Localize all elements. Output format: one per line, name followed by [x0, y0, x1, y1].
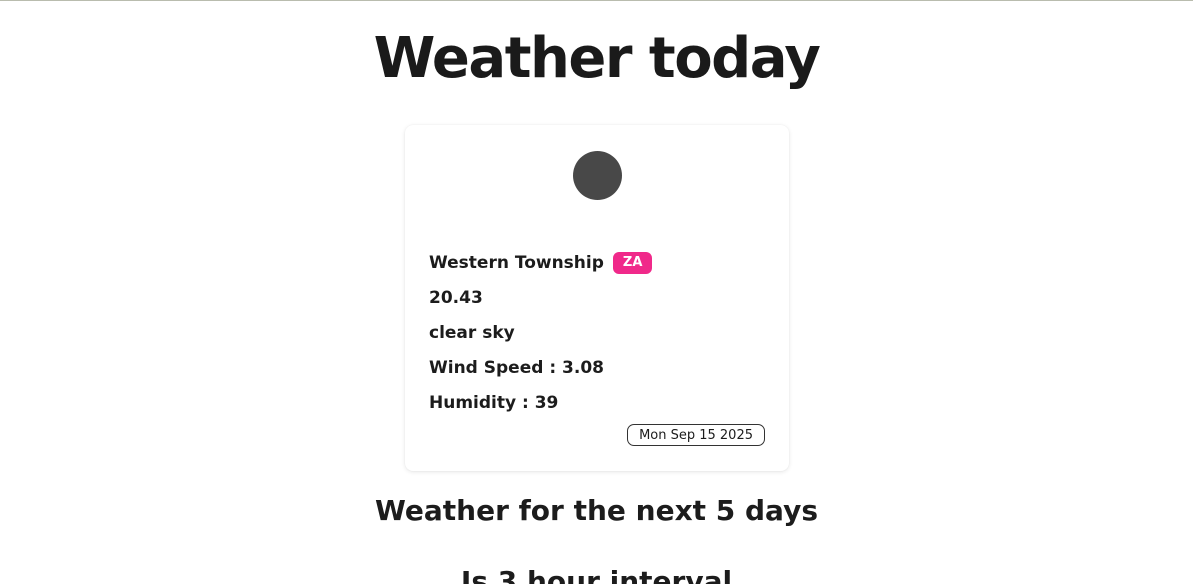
interval-heading: Is 3 hour interval	[460, 565, 733, 584]
date-chip: Mon Sep 15 2025	[627, 424, 765, 446]
city-name: Western Township	[429, 253, 604, 273]
forecast-heading: Weather for the next 5 days	[374, 494, 818, 527]
humidity: Humidity : 39	[429, 393, 559, 413]
country-badge: ZA	[612, 252, 653, 274]
current-weather-card: Western Township ZA 20.43 clear sky Wind…	[405, 125, 789, 471]
top-border	[0, 0, 1193, 1]
page: Weather today Western Township ZA 20.43 …	[0, 0, 1193, 584]
page-title: Weather today	[373, 26, 821, 91]
temperature: 20.43	[429, 288, 483, 308]
weather-condition-icon	[573, 151, 622, 200]
weather-description: clear sky	[429, 323, 515, 343]
wind-speed: Wind Speed : 3.08	[429, 358, 604, 378]
city-row: Western Township ZA	[429, 252, 653, 274]
